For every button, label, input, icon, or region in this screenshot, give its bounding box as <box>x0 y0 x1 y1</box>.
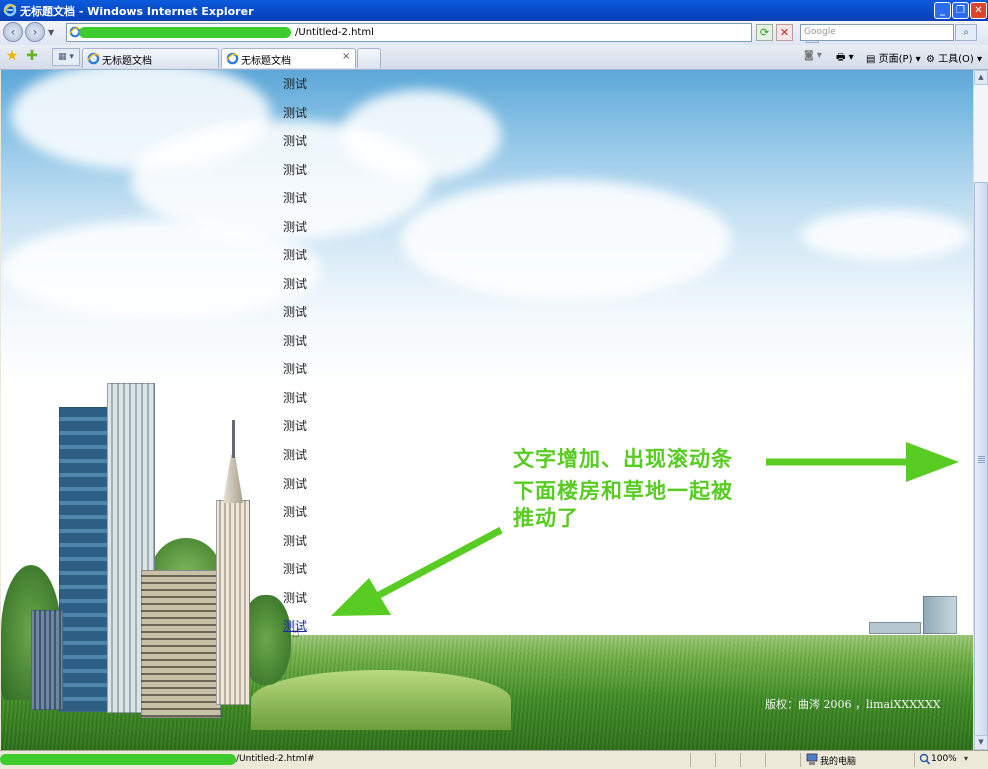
address-toolbar: ‹ › ▼ /Untitled-2.html ▼ ⟳ ✕ Google ⌕ <box>0 21 988 46</box>
favorites-star-icon[interactable]: ★ <box>4 48 20 64</box>
forward-button[interactable]: › <box>25 22 45 42</box>
new-tab-button[interactable] <box>357 48 381 68</box>
scroll-down-button[interactable]: ▼ <box>974 735 988 750</box>
page-content: 测试 测试 测试 测试 测试 测试 测试 测试 测试 测试 测试 测试 测试 测… <box>1 70 973 750</box>
tab-1[interactable]: 无标题文档 <box>82 48 219 68</box>
scroll-thumb[interactable] <box>974 182 988 737</box>
status-divider <box>715 753 716 767</box>
status-divider <box>914 753 915 767</box>
search-button[interactable]: ⌕ <box>955 24 977 41</box>
window-title: 无标题文档 - Windows Internet Explorer <box>20 5 254 18</box>
chevron-down-icon: ▾ <box>977 54 983 65</box>
status-url-text: /Untitled-2.html# <box>236 754 315 764</box>
zoom-dropdown-icon[interactable]: ▾ <box>964 754 968 763</box>
page-menu-label: 页面(P) <box>878 54 913 65</box>
status-divider <box>740 753 741 767</box>
title-bar: 无标题文档 - Windows Internet Explorer _ ❐ ✕ <box>0 0 988 21</box>
tab-label: 无标题文档 <box>102 56 152 67</box>
back-arrow-icon: ‹ <box>10 25 16 39</box>
address-url-text: /Untitled-2.html <box>295 27 374 38</box>
maximize-button[interactable]: ❐ <box>952 2 969 19</box>
tab-ie-icon <box>87 52 100 65</box>
grip-icon <box>978 456 985 463</box>
add-favorites-icon[interactable]: ✚ <box>24 48 40 64</box>
redacted-url-part <box>79 27 291 38</box>
feeds-icon[interactable]: ◙ ▾ <box>804 50 822 61</box>
tools-menu-label: 工具(O) <box>938 54 974 65</box>
refresh-icon: ⟳ <box>759 26 770 39</box>
status-bar: /Untitled-2.html# 我的电脑 100% ▾ <box>0 750 988 769</box>
copyright-text: 版权：曲涔 2006 ，limaiXXXXXX <box>765 698 941 711</box>
arrow-right-icon <box>766 442 959 482</box>
search-icon: ⌕ <box>963 27 969 38</box>
stop-icon: ✕ <box>779 26 790 39</box>
close-button[interactable]: ✕ <box>970 2 987 19</box>
scroll-up-button[interactable]: ▲ <box>974 70 988 85</box>
search-input[interactable]: Google <box>800 24 954 41</box>
forward-arrow-icon: › <box>32 25 38 39</box>
tab-2-active[interactable]: 无标题文档 × <box>221 48 356 68</box>
vertical-scrollbar[interactable]: ▲ ▼ <box>973 70 988 750</box>
address-input[interactable]: /Untitled-2.html ▼ <box>66 23 819 43</box>
status-divider <box>800 753 801 767</box>
tools-menu[interactable]: ⚙ 工具(O) ▾ <box>926 50 982 65</box>
minimize-button[interactable]: _ <box>934 2 951 19</box>
page-menu[interactable]: ▤ 页面(P) ▾ <box>866 50 921 65</box>
annotation-arrows <box>331 442 959 616</box>
chevron-down-icon: ▾ <box>915 54 921 65</box>
tab-bar: ★ ✚ ▦ ▾ 无标题文档 无标题文档 × ◙ ▾ 🖶 ▾ ▤ 页面(P) ▾ … <box>0 45 988 70</box>
status-divider <box>690 753 691 767</box>
zoom-icon <box>919 753 930 765</box>
arrow-down-left-icon <box>331 526 503 616</box>
gear-icon: ⚙ <box>926 54 935 65</box>
history-dropdown-icon[interactable]: ▼ <box>48 28 54 37</box>
redacted-status-url-part <box>0 754 236 765</box>
status-divider <box>765 753 766 767</box>
print-icon[interactable]: 🖶 ▾ <box>836 50 854 67</box>
internet-explorer-icon <box>3 3 17 17</box>
zoom-level[interactable]: 100% <box>931 754 957 764</box>
quick-tabs-button[interactable]: ▦ ▾ <box>52 48 80 66</box>
tab-close-icon[interactable]: × <box>342 51 350 62</box>
back-button[interactable]: ‹ <box>3 22 23 42</box>
computer-icon <box>806 753 818 765</box>
security-zone-label: 我的电脑 <box>820 757 857 767</box>
page-icon: ▤ <box>866 54 876 65</box>
tab-ie-icon <box>226 52 239 65</box>
stop-button[interactable]: ✕ <box>776 24 793 41</box>
tab-label: 无标题文档 <box>241 56 291 67</box>
refresh-button[interactable]: ⟳ <box>756 24 773 41</box>
